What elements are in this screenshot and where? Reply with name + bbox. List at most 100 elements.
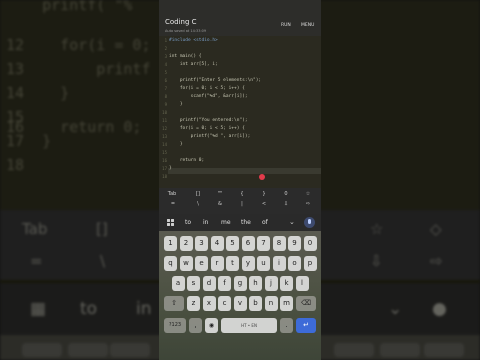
- suggestion-bar: to in me the of ⌄: [159, 214, 321, 231]
- suggestion-item[interactable]: me: [221, 219, 231, 226]
- arrow-down-icon[interactable]: ⇩: [280, 201, 292, 207]
- arrow-right-icon[interactable]: ⇨: [302, 201, 314, 207]
- key-a[interactable]: a: [171, 276, 185, 291]
- phone-screen: Coding C Auto saved at 14:33:09 RUN MENU…: [159, 0, 321, 360]
- text-cursor-handle[interactable]: [259, 174, 265, 180]
- key-u[interactable]: u: [257, 256, 270, 271]
- key-d[interactable]: d: [202, 276, 216, 291]
- symbol-key[interactable]: 0: [280, 191, 292, 197]
- code-line: int arr[5], i;: [169, 62, 218, 67]
- code-line: return 0;: [169, 158, 205, 163]
- key-e[interactable]: e: [195, 256, 208, 271]
- symbol-key[interactable]: =: [167, 201, 179, 207]
- star-icon[interactable]: ☆: [302, 191, 314, 197]
- code-line: printf("%d ", arr[i]);: [169, 134, 251, 139]
- line-number: 1: [164, 38, 167, 43]
- key-o[interactable]: o: [288, 256, 301, 271]
- line-number: 13: [162, 134, 167, 139]
- key-q[interactable]: q: [164, 256, 177, 271]
- key-0[interactable]: 0: [303, 236, 317, 251]
- autosave-status: Auto saved at 14:33:09: [165, 29, 207, 33]
- space-key[interactable]: HT • EN: [221, 318, 277, 333]
- symbol-key[interactable]: |: [236, 201, 248, 207]
- key-w[interactable]: w: [179, 256, 193, 271]
- key-t[interactable]: t: [226, 256, 239, 271]
- key-8[interactable]: 8: [272, 236, 286, 251]
- period-key[interactable]: .: [280, 318, 293, 333]
- enter-key[interactable]: ↵: [296, 318, 316, 333]
- key-y[interactable]: y: [241, 256, 255, 271]
- symbols-key[interactable]: ?123: [164, 318, 186, 333]
- symbol-key[interactable]: \: [192, 201, 204, 207]
- symbol-key[interactable]: {: [236, 191, 248, 197]
- key-v[interactable]: v: [233, 296, 247, 311]
- line-number: 4: [164, 62, 167, 67]
- key-k[interactable]: k: [280, 276, 293, 291]
- line-number: 17: [162, 166, 167, 171]
- line-number: 18: [162, 174, 167, 179]
- suggestion-item[interactable]: in: [203, 219, 208, 226]
- code-line: }: [169, 142, 183, 147]
- symbol-key[interactable]: <: [258, 201, 270, 207]
- line-number: 3: [164, 54, 167, 59]
- chevron-down-icon[interactable]: ⌄: [289, 218, 295, 226]
- key-f[interactable]: f: [218, 276, 231, 291]
- key-s[interactable]: s: [187, 276, 200, 291]
- key-5[interactable]: 5: [226, 236, 239, 251]
- code-line: #include <stdio.h>: [169, 38, 218, 43]
- key-6[interactable]: 6: [241, 236, 255, 251]
- symbol-key[interactable]: &: [214, 201, 226, 207]
- apps-grid-icon[interactable]: [167, 219, 174, 226]
- key-j[interactable]: j: [264, 276, 278, 291]
- symbol-key[interactable]: "": [214, 191, 226, 197]
- key-x[interactable]: x: [202, 296, 216, 311]
- key-2[interactable]: 2: [179, 236, 193, 251]
- line-number: 6: [164, 78, 167, 83]
- menu-button[interactable]: MENU: [301, 23, 314, 28]
- shift-key[interactable]: ⇧: [164, 296, 184, 311]
- key-9[interactable]: 9: [288, 236, 301, 251]
- current-line-highlight: [168, 168, 321, 174]
- code-line: printf("You entered:\n");: [169, 118, 248, 123]
- globe-icon[interactable]: ◉: [205, 318, 218, 333]
- run-button[interactable]: RUN: [281, 23, 291, 28]
- comma-key[interactable]: ,: [189, 318, 202, 333]
- key-l[interactable]: l: [295, 276, 309, 291]
- backspace-key[interactable]: ⌫: [296, 296, 316, 311]
- code-line: }: [169, 166, 172, 171]
- mic-icon[interactable]: [304, 217, 315, 228]
- code-line: scanf("%d", &arr[i]);: [169, 94, 248, 99]
- code-line: for(i = 0; i < 5; i++) {: [169, 126, 245, 131]
- key-3[interactable]: 3: [195, 236, 208, 251]
- key-r[interactable]: r: [210, 256, 224, 271]
- key-1[interactable]: 1: [164, 236, 177, 251]
- app-toolbar: Coding C Auto saved at 14:33:09 RUN MENU: [159, 0, 321, 36]
- line-number: 7: [164, 86, 167, 91]
- symbol-key[interactable]: }: [258, 191, 270, 197]
- key-n[interactable]: n: [264, 296, 278, 311]
- line-number: 10: [162, 110, 167, 115]
- key-g[interactable]: g: [233, 276, 247, 291]
- key-7[interactable]: 7: [257, 236, 270, 251]
- suggestion-item[interactable]: to: [185, 219, 191, 226]
- key-h[interactable]: h: [249, 276, 262, 291]
- key-4[interactable]: 4: [210, 236, 224, 251]
- line-number: 5: [164, 70, 167, 75]
- code-line: for(i = 0; i < 5; i++) {: [169, 86, 245, 91]
- symbol-key[interactable]: []: [192, 191, 204, 197]
- key-i[interactable]: i: [272, 256, 286, 271]
- code-line: }: [169, 102, 183, 107]
- key-p[interactable]: p: [303, 256, 317, 271]
- line-number: 16: [162, 158, 167, 163]
- key-m[interactable]: m: [280, 296, 293, 311]
- app-title: Coding C: [165, 18, 197, 26]
- line-number: 14: [162, 142, 167, 147]
- line-number: 12: [162, 126, 167, 131]
- tab-key[interactable]: Tab: [165, 191, 179, 197]
- code-editor[interactable]: 1 #include <stdio.h> 2 3 int main() { 4 …: [159, 36, 321, 188]
- key-z[interactable]: z: [187, 296, 200, 311]
- suggestion-item[interactable]: of: [262, 219, 268, 226]
- key-b[interactable]: b: [249, 296, 262, 311]
- suggestion-item[interactable]: the: [241, 219, 251, 226]
- key-c[interactable]: c: [218, 296, 231, 311]
